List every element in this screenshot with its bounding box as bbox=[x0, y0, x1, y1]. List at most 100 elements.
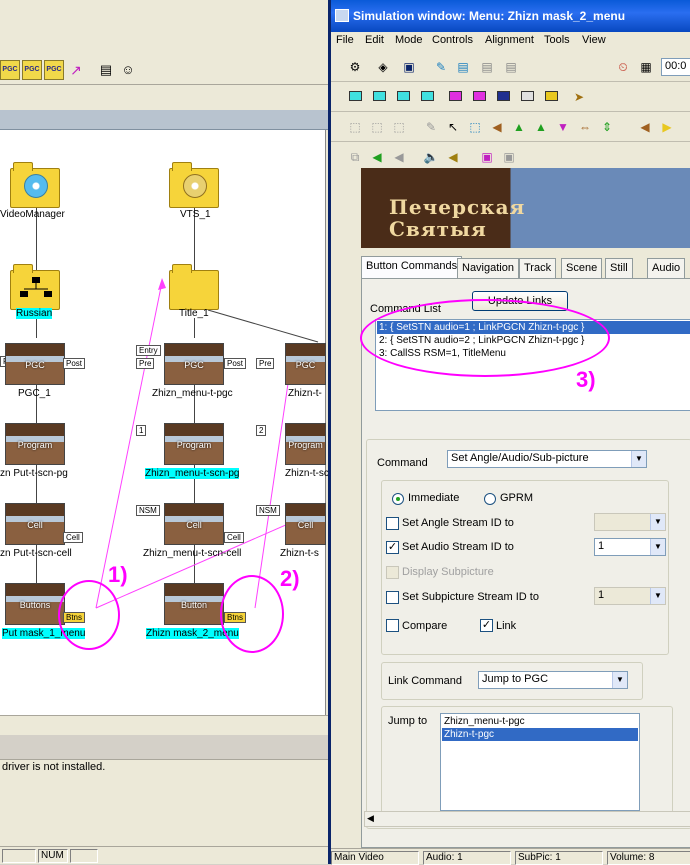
menu-preview[interactable]: Печерская Святыя bbox=[361, 168, 690, 248]
menu-file[interactable]: File bbox=[336, 34, 354, 46]
color-swatch-icon[interactable] bbox=[349, 91, 362, 101]
tab-navigation[interactable]: Navigation bbox=[457, 258, 519, 278]
timecode-field[interactable]: 00:0 bbox=[661, 58, 690, 76]
menu-bar: File Edit Mode Controls Alignment Tools … bbox=[331, 32, 690, 50]
tv-icon[interactable]: ▤ bbox=[453, 57, 473, 77]
edit-icon[interactable]: ✎ bbox=[431, 57, 451, 77]
speaker-icon[interactable]: 🔈 bbox=[421, 147, 441, 167]
cell-thumbnail[interactable]: Cell bbox=[5, 503, 65, 545]
window-icon[interactable]: ▣ bbox=[399, 57, 419, 77]
immediate-radio[interactable] bbox=[392, 493, 404, 505]
jump-item[interactable]: Zhizn_menu-t-pgc bbox=[442, 715, 638, 728]
color-swatch-icon[interactable] bbox=[521, 91, 534, 101]
jump-to-list[interactable]: Zhizn_menu-t-pgc Zhizn-t-pgc bbox=[440, 713, 640, 811]
hierarchy-icon bbox=[20, 277, 52, 297]
toolbar-row-1: ⚙ ◈ ▣ ✎ ▤ ▤ ▤ ⏲ ▦ 00:0 bbox=[331, 52, 690, 82]
menu-tools[interactable]: Tools bbox=[544, 34, 570, 46]
command-select[interactable]: Set Angle/Audio/Sub-picture ▼ bbox=[447, 450, 647, 468]
compare-checkbox[interactable] bbox=[386, 619, 399, 632]
tab-audio[interactable]: Audio bbox=[647, 258, 686, 278]
vts-label: VTS_1 bbox=[180, 209, 211, 220]
subpicture-icon[interactable]: ▣ bbox=[477, 147, 497, 167]
menu-edit[interactable]: Edit bbox=[365, 34, 384, 46]
timer-icon[interactable]: ⏲ bbox=[613, 57, 633, 77]
frame-icon[interactable]: ▦ bbox=[636, 57, 656, 77]
chevron-down-icon[interactable]: ▼ bbox=[650, 539, 665, 555]
people-icon[interactable]: ☺ bbox=[118, 60, 138, 80]
set-audio-checkbox[interactable]: ✓ bbox=[386, 541, 399, 554]
pgc-thumbnail[interactable]: PGC bbox=[164, 343, 224, 385]
add-pgc-icon[interactable]: PGC bbox=[44, 60, 64, 80]
sim-status-bar: Main Video Audio: 1 SubPic: 1 Volume: 8 bbox=[331, 848, 690, 865]
link-checkbox[interactable]: ✓ bbox=[480, 619, 493, 632]
annotation-circle-2 bbox=[220, 575, 284, 653]
chevron-down-icon[interactable]: ▼ bbox=[612, 672, 627, 688]
title-folder-icon[interactable] bbox=[169, 264, 219, 310]
scroll-left-icon[interactable]: ◀ bbox=[367, 813, 374, 824]
arrow-up-icon[interactable]: ▲ bbox=[531, 117, 551, 137]
program-thumbnail[interactable]: Program bbox=[5, 423, 65, 465]
arrow-updown-icon[interactable]: ⇕ bbox=[597, 117, 617, 137]
layers-icon[interactable]: ◈ bbox=[373, 57, 393, 77]
color-swatch-icon[interactable] bbox=[545, 91, 558, 101]
annotation-label-1: 1) bbox=[108, 562, 128, 587]
color-swatch-icon[interactable] bbox=[473, 91, 486, 101]
tab-still[interactable]: Still bbox=[605, 258, 633, 278]
buttons-thumbnail[interactable]: Buttons bbox=[5, 583, 65, 625]
cell-thumbnail[interactable]: Cell bbox=[285, 503, 326, 545]
snapshot-icon[interactable]: ⚙ bbox=[345, 57, 365, 77]
set-subpicture-checkbox[interactable] bbox=[386, 591, 399, 604]
color-swatch-icon[interactable] bbox=[449, 91, 462, 101]
highlight-icon[interactable]: ➤ bbox=[569, 87, 589, 107]
link-command-group: Link Command Jump to PGC ▼ bbox=[381, 662, 643, 700]
tab-scene[interactable]: Scene bbox=[561, 258, 603, 278]
menu-view[interactable]: View bbox=[582, 34, 606, 46]
project-tree-canvas[interactable]: VideoManager VTS_1 Russian Title_1 Pre P… bbox=[0, 130, 329, 715]
chevron-down-icon[interactable]: ▼ bbox=[631, 451, 646, 467]
gprm-radio[interactable] bbox=[484, 493, 496, 505]
audio-icon[interactable]: ◀ bbox=[367, 147, 387, 167]
arrow-right-icon[interactable]: ▶ bbox=[657, 117, 677, 137]
menu-alignment[interactable]: Alignment bbox=[485, 34, 534, 46]
button-thumbnail[interactable]: Button bbox=[164, 583, 224, 625]
add-pgc-icon[interactable]: PGC bbox=[22, 60, 42, 80]
arrow-down-icon[interactable]: ▼ bbox=[553, 117, 573, 137]
videomanager-folder-icon[interactable] bbox=[10, 162, 60, 208]
pgc-thumbnail[interactable]: PGC bbox=[285, 343, 326, 385]
russian-menu-folder-icon[interactable] bbox=[10, 264, 60, 310]
tv-disabled-icon: ▤ bbox=[481, 60, 493, 74]
arrow-up-icon[interactable]: ▲ bbox=[509, 117, 529, 137]
color-swatch-icon[interactable] bbox=[397, 91, 410, 101]
tab-button-commands[interactable]: Button Commands bbox=[361, 256, 463, 279]
vts-folder-icon[interactable] bbox=[169, 162, 219, 208]
pgc-thumbnail[interactable]: PGC bbox=[5, 343, 65, 385]
audio-select[interactable]: 1 ▼ bbox=[594, 538, 666, 556]
title-bar[interactable]: Simulation window: Menu: Zhizn mask_2_me… bbox=[331, 0, 690, 32]
film-icon[interactable]: ▤ bbox=[96, 60, 116, 80]
add-pgc-icon[interactable]: PGC bbox=[0, 60, 20, 80]
program-number-tag: 1 bbox=[136, 425, 147, 436]
set-angle-checkbox[interactable] bbox=[386, 517, 399, 530]
left-splitter[interactable] bbox=[0, 715, 328, 733]
jump-item[interactable]: Zhizn-t-pgc bbox=[442, 728, 638, 741]
cell-thumbnail[interactable]: Cell bbox=[164, 503, 224, 545]
speaker-icon[interactable]: ◀ bbox=[443, 147, 463, 167]
arrow-leftright-icon[interactable]: ⇔ bbox=[575, 117, 595, 137]
menu-mode[interactable]: Mode bbox=[395, 34, 423, 46]
link-arrow-icon[interactable]: ↗ bbox=[66, 60, 86, 80]
select-icon[interactable]: ⬚ bbox=[465, 117, 485, 137]
program-thumbnail[interactable]: Program bbox=[164, 423, 224, 465]
tab-track[interactable]: Track bbox=[519, 258, 557, 278]
arrow-left-icon[interactable]: ◀ bbox=[487, 117, 507, 137]
pre-tag: Pre bbox=[256, 358, 275, 369]
menu-controls[interactable]: Controls bbox=[432, 34, 473, 46]
color-swatch-icon[interactable] bbox=[421, 91, 434, 101]
arrow-left-icon[interactable]: ◀ bbox=[635, 117, 655, 137]
link-command-select[interactable]: Jump to PGC ▼ bbox=[478, 671, 628, 689]
post-tag: Post bbox=[224, 358, 247, 369]
color-swatch-icon[interactable] bbox=[373, 91, 386, 101]
program-thumbnail[interactable]: Program bbox=[285, 423, 326, 465]
pointer-icon[interactable]: ↖ bbox=[443, 117, 463, 137]
horizontal-scrollbar[interactable]: ◀ bbox=[364, 811, 690, 827]
color-swatch-icon[interactable] bbox=[497, 91, 510, 101]
